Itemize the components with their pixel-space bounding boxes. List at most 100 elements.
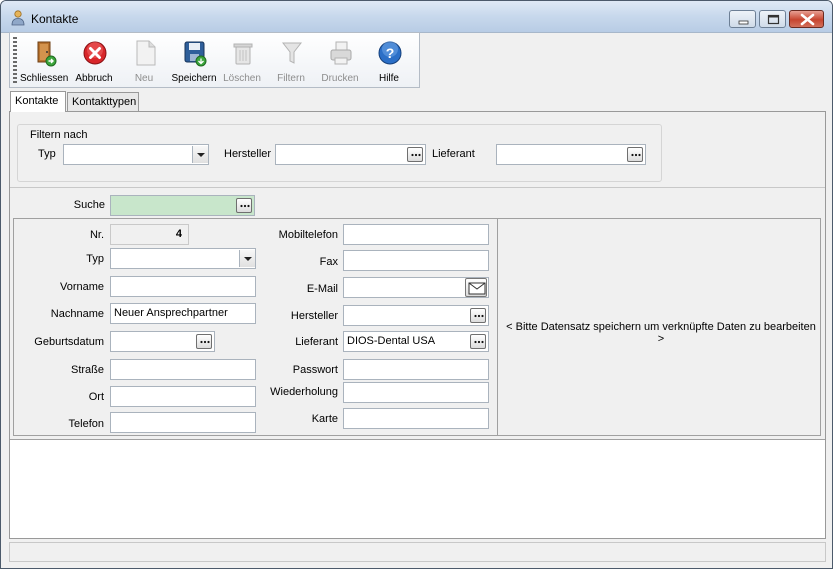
karte-label: Karte xyxy=(311,413,338,425)
contact-person-icon xyxy=(11,10,25,26)
search-browse-button[interactable] xyxy=(236,198,252,213)
lieferant-browse-button[interactable] xyxy=(470,334,486,349)
toolbar-label: Löschen xyxy=(223,73,261,84)
contact-detail-form: Nr. 4 Typ Vorname Nachname Neuer Ansprec… xyxy=(13,218,821,436)
delete-button[interactable]: Löschen xyxy=(218,35,266,87)
status-bar xyxy=(9,542,826,562)
help-button[interactable]: ? Hilfe xyxy=(365,35,413,87)
toolbar-label: Abbruch xyxy=(75,73,113,84)
tab-kontakte[interactable]: Kontakte xyxy=(10,91,66,112)
typ-select[interactable] xyxy=(110,248,256,269)
telefon-field[interactable] xyxy=(110,412,256,433)
close-button[interactable] xyxy=(789,10,824,28)
hersteller-browse-button[interactable] xyxy=(470,308,486,323)
search-input[interactable] xyxy=(110,195,255,216)
send-email-button[interactable] xyxy=(465,278,487,297)
filter-hersteller-field[interactable] xyxy=(275,144,426,165)
toolbar: Schliessen Abbruch Neu Speichern Löschen xyxy=(9,32,420,88)
ellipsis-icon xyxy=(240,204,250,208)
toolbar-label: Filtern xyxy=(277,73,305,84)
ellipsis-icon xyxy=(474,340,484,344)
strasse-field[interactable] xyxy=(110,359,256,380)
filter-lieferant-label: Lieferant xyxy=(432,148,475,160)
filter-typ-select[interactable] xyxy=(63,144,209,165)
print-button[interactable]: Drucken xyxy=(316,35,364,87)
svg-text:?: ? xyxy=(386,45,395,61)
new-button[interactable]: Neu xyxy=(120,35,168,87)
separator xyxy=(10,187,825,188)
filter-button[interactable]: Filtern xyxy=(267,35,315,87)
save-hint-text: < Bitte Datensatz speichern um verknüpft… xyxy=(506,321,816,345)
trash-icon xyxy=(230,39,256,67)
minimize-button[interactable] xyxy=(729,10,756,28)
nr-value: 4 xyxy=(175,228,182,240)
linked-data-area xyxy=(10,439,825,538)
close-form-button[interactable]: Schliessen xyxy=(20,35,68,87)
toolbar-label: Drucken xyxy=(321,73,359,84)
filter-lieferant-browse-button[interactable] xyxy=(627,147,643,162)
fax-label: Fax xyxy=(319,256,338,268)
vorname-field[interactable] xyxy=(110,276,256,297)
column-divider xyxy=(497,219,498,435)
mobiltelefon-label: Mobiltelefon xyxy=(278,229,338,241)
maximize-button[interactable] xyxy=(759,10,786,28)
typ-label: Typ xyxy=(86,253,104,265)
hersteller-label: Hersteller xyxy=(290,310,338,322)
chevron-down-icon[interactable] xyxy=(192,146,208,163)
ort-label: Ort xyxy=(88,391,104,403)
telefon-label: Telefon xyxy=(68,418,104,430)
new-document-icon xyxy=(132,39,158,67)
nachname-label: Nachname xyxy=(50,308,104,320)
lieferant-value: DIOS-Dental USA xyxy=(347,335,436,347)
filter-lieferant-field[interactable] xyxy=(496,144,646,165)
geburtsdatum-label: Geburtsdatum xyxy=(34,336,104,348)
cancel-icon xyxy=(82,39,108,67)
filter-group-legend: Filtern nach xyxy=(28,129,90,141)
ellipsis-icon xyxy=(411,153,421,157)
ellipsis-icon xyxy=(474,314,484,318)
nachname-field[interactable]: Neuer Ansprechpartner xyxy=(110,303,256,324)
toolbar-label: Speichern xyxy=(171,73,217,84)
door-exit-icon xyxy=(32,39,58,67)
passwort-label: Passwort xyxy=(292,364,338,376)
title-bar: Kontakte xyxy=(1,1,832,33)
help-icon: ? xyxy=(377,39,403,67)
fax-field[interactable] xyxy=(343,250,489,271)
toolbar-label: Hilfe xyxy=(378,73,399,84)
save-disk-icon xyxy=(182,39,208,67)
lieferant-field[interactable]: DIOS-Dental USA xyxy=(343,331,489,352)
vorname-label: Vorname xyxy=(59,281,104,293)
filter-group: Filtern nach Typ Hersteller Lieferant xyxy=(17,124,662,182)
nr-label: Nr. xyxy=(89,229,104,241)
tab-kontakttypen[interactable]: Kontakttypen xyxy=(67,92,139,112)
ellipsis-icon xyxy=(200,340,210,344)
toolbar-label: Neu xyxy=(134,73,154,84)
ellipsis-icon xyxy=(631,153,641,157)
toolbar-label: Schliessen xyxy=(20,73,69,84)
passwort-field[interactable] xyxy=(343,359,489,380)
ort-field[interactable] xyxy=(110,386,256,407)
window-title: Kontakte xyxy=(31,12,79,26)
filter-typ-label: Typ xyxy=(38,148,56,160)
tab-pane-kontakte: Filtern nach Typ Hersteller Lieferant Su… xyxy=(9,111,826,539)
app-window: Kontakte Schliessen Abbruch Neu Speicher… xyxy=(0,0,833,569)
nachname-value: Neuer Ansprechpartner xyxy=(114,307,228,319)
wiederholung-field[interactable] xyxy=(343,382,489,403)
mobiltelefon-field[interactable] xyxy=(343,224,489,245)
wiederholung-label: Wiederholung xyxy=(270,386,338,398)
toolbar-grip[interactable] xyxy=(13,37,17,85)
email-label: E-Mail xyxy=(306,283,338,295)
nr-field: 4 xyxy=(110,224,189,245)
chevron-down-icon[interactable] xyxy=(239,250,255,267)
karte-field[interactable] xyxy=(343,408,489,429)
filter-icon xyxy=(279,39,305,67)
cancel-button[interactable]: Abbruch xyxy=(70,35,118,87)
search-label: Suche xyxy=(73,199,105,211)
envelope-icon xyxy=(468,282,486,295)
hersteller-field[interactable] xyxy=(343,305,489,326)
filter-hersteller-browse-button[interactable] xyxy=(407,147,423,162)
lieferant-label: Lieferant xyxy=(295,336,338,348)
geburtsdatum-picker-button[interactable] xyxy=(196,334,212,349)
strasse-label: Straße xyxy=(70,364,104,376)
save-button[interactable]: Speichern xyxy=(170,35,218,87)
